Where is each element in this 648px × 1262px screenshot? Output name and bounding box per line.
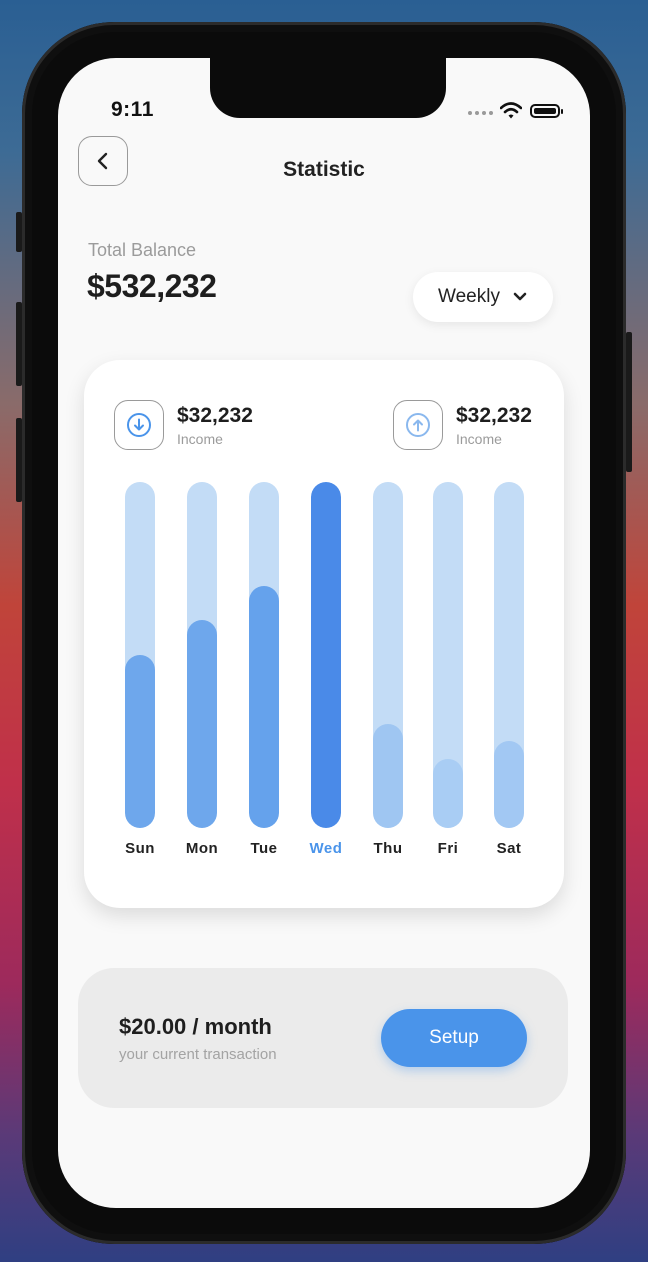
battery-icon [530,104,563,118]
bar-track-sat[interactable] [494,482,524,828]
power-button [626,332,632,472]
income-icon-box [114,400,164,450]
wifi-icon [500,102,522,119]
app-screen: 9:11 Statistic Total Balance $532,232 We… [58,58,590,1208]
expense-label: Income [456,431,502,447]
day-label-fri[interactable]: Fri [418,840,478,857]
bar-track-fri[interactable] [433,482,463,828]
day-label-tue[interactable]: Tue [234,840,294,857]
day-label-mon[interactable]: Mon [172,840,232,857]
period-selected: Weekly [438,286,500,307]
chevron-down-icon [513,292,527,301]
day-label-wed[interactable]: Wed [296,840,356,857]
bar-fill-sun [125,655,155,828]
income-label: Income [177,431,223,447]
bar-track-tue[interactable] [249,482,279,828]
setup-button[interactable]: Setup [381,1009,527,1067]
period-dropdown[interactable]: Weekly [413,272,553,322]
income-summary: $32,232 Income [114,400,253,450]
bar-fill-thu [373,724,403,828]
income-amount: $32,232 [177,404,253,427]
subscription-caption: your current transaction [119,1046,277,1063]
arrow-up-circle-icon [406,413,430,437]
bar-fill-sat [494,741,524,828]
arrow-down-circle-icon [127,413,151,437]
statistics-card: $32,232 Income $32,232 Income Sun Mon Tue W… [84,360,564,908]
notch [210,58,446,118]
expense-amount: $32,232 [456,404,532,427]
expense-summary: $32,232 Income [393,400,532,450]
status-time: 9:11 [111,98,154,121]
day-label-thu[interactable]: Thu [358,840,418,857]
subscription-card: $20.00 / month your current transaction … [78,968,568,1108]
phone-frame: 9:11 Statistic Total Balance $532,232 We… [22,22,626,1244]
bar-track-mon[interactable] [187,482,217,828]
expense-icon-box [393,400,443,450]
balance-label: Total Balance [88,240,197,260]
cellular-signal-icon [468,111,493,115]
day-label-sun[interactable]: Sun [110,840,170,857]
bar-fill-wed [311,482,341,828]
bar-track-wed[interactable] [311,482,341,828]
status-icons [468,102,572,122]
bar-fill-mon [187,620,217,828]
page-title: Statistic [283,158,365,181]
day-label-sat[interactable]: Sat [479,840,539,857]
bar-track-thu[interactable] [373,482,403,828]
weekly-bar-chart [84,482,564,828]
balance-value: $532,232 [87,268,217,304]
bar-fill-fri [433,759,463,828]
bar-track-sun[interactable] [125,482,155,828]
bar-fill-tue [249,586,279,828]
subscription-price: $20.00 / month [119,1014,272,1039]
